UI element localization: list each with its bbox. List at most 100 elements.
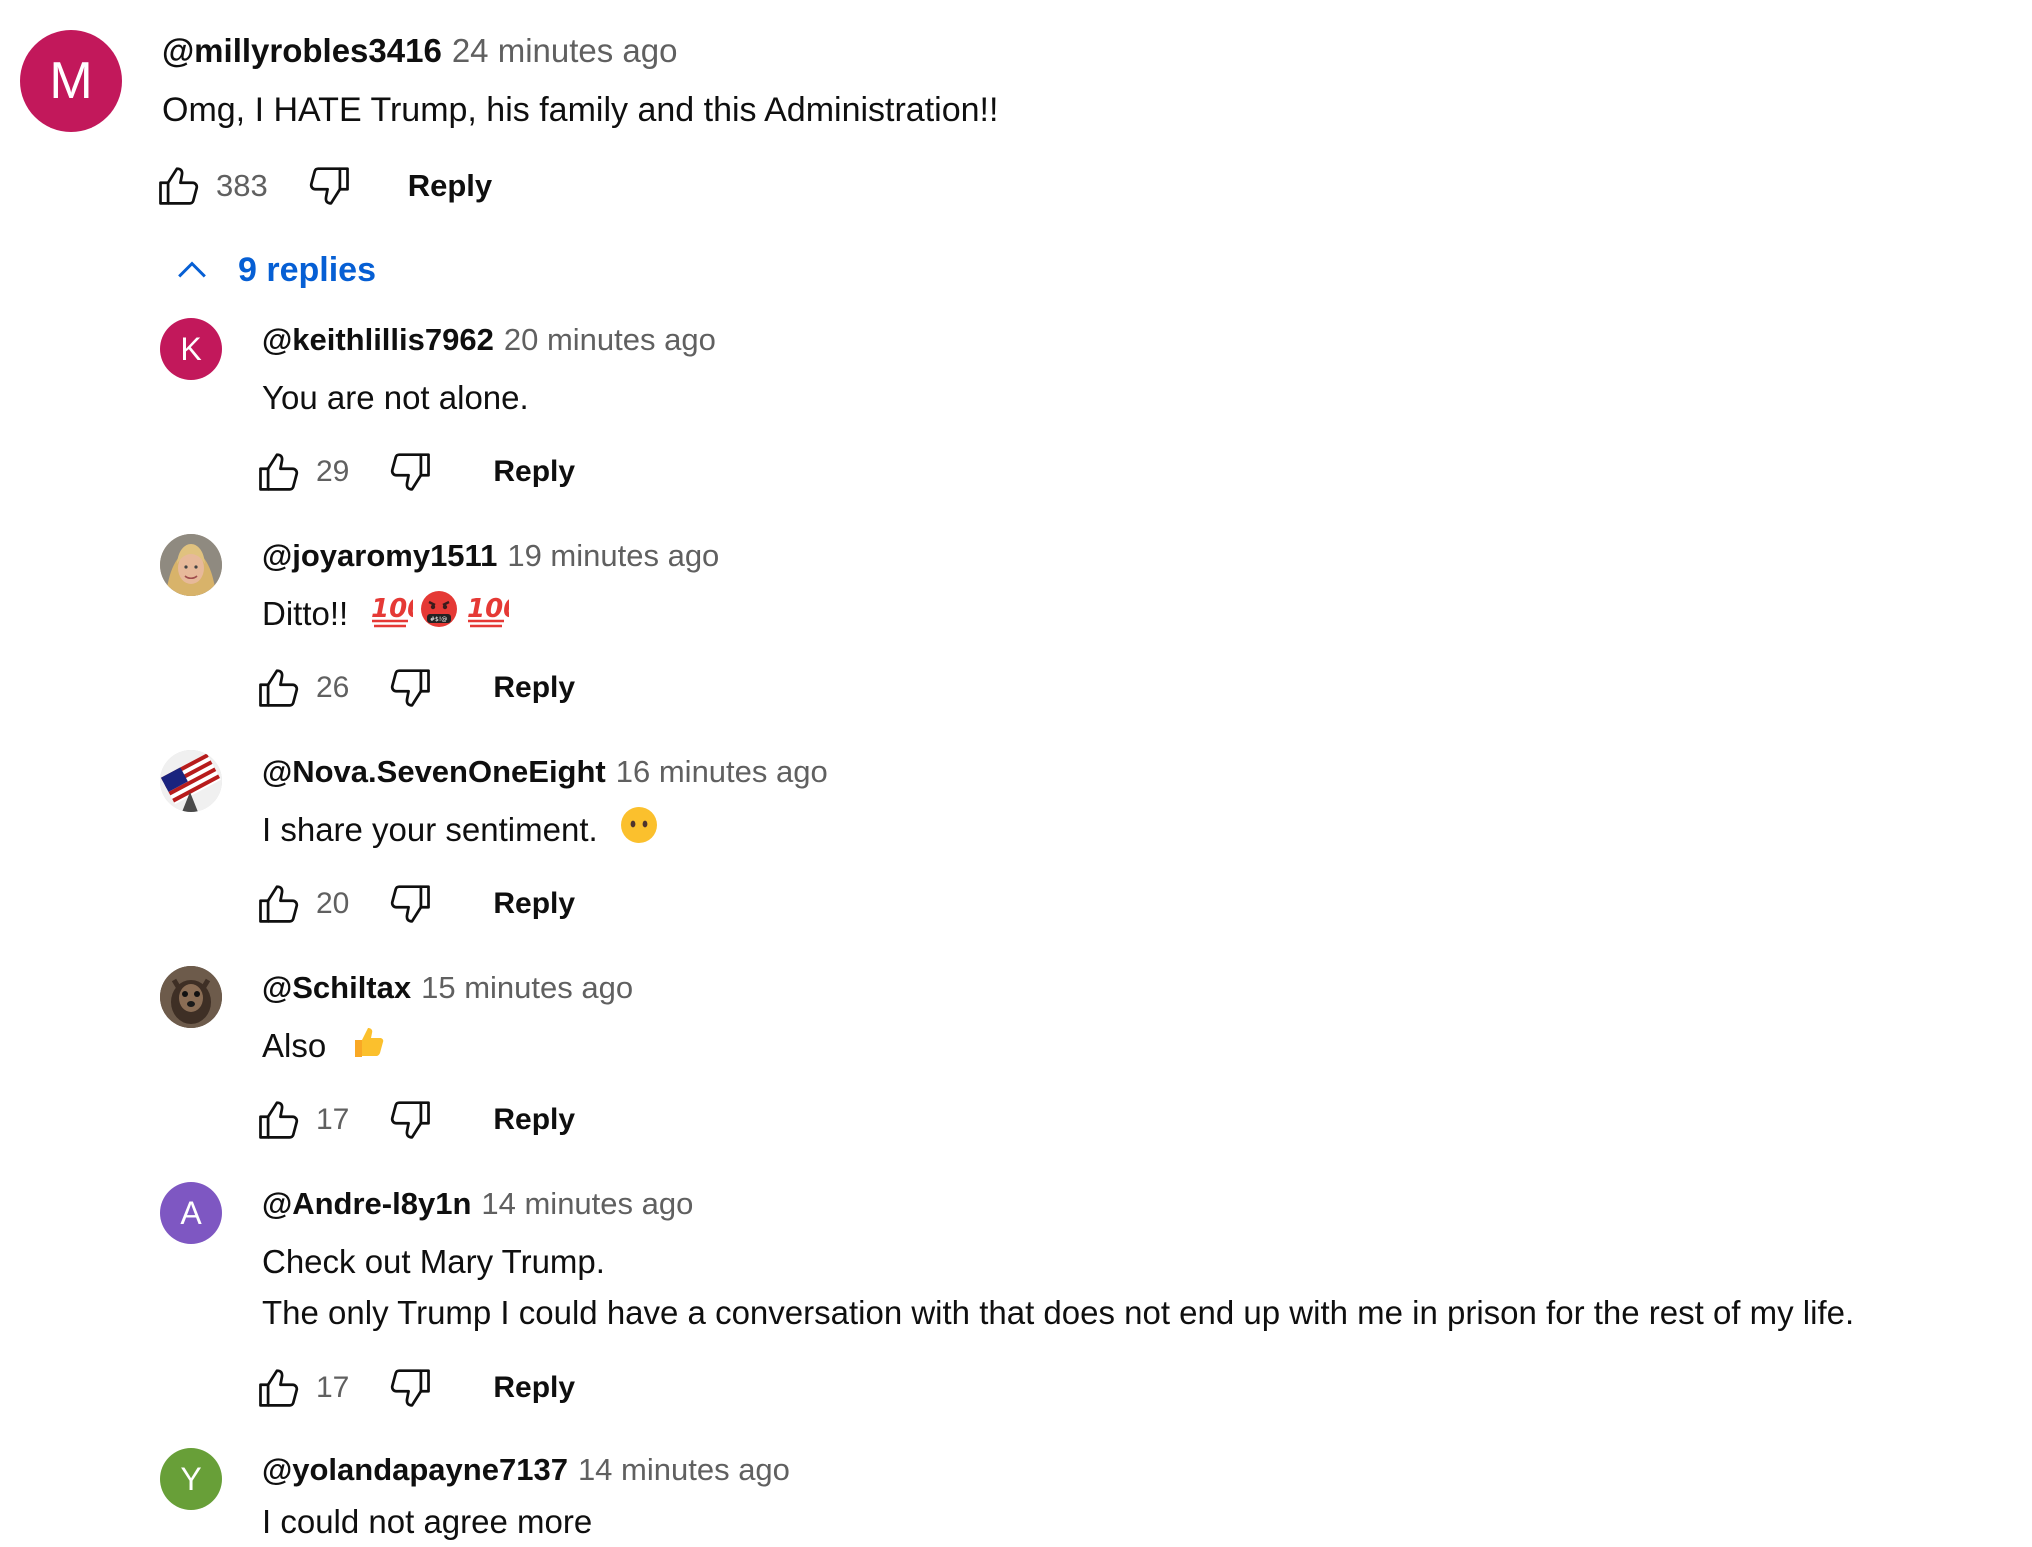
like-count: 26 (316, 671, 350, 704)
like-count: 20 (316, 887, 350, 920)
comment-header: @keithlillis7962 20 minutes ago (262, 322, 716, 358)
like-button[interactable] (154, 160, 206, 212)
comment-text: I share your sentiment. (262, 804, 659, 859)
dislike-button[interactable] (383, 1094, 435, 1146)
comment-thread: M @millyrobles3416 24 minutes ago Omg, I … (0, 0, 2032, 1540)
comment-text: I could not agree more (262, 1496, 592, 1547)
reply-button[interactable]: Reply (493, 671, 575, 705)
author-name[interactable]: @keithlillis7962 (262, 322, 494, 357)
avatar[interactable] (160, 966, 222, 1028)
reply-button[interactable]: Reply (493, 887, 575, 921)
comment-actions: 17 Reply (254, 1094, 575, 1146)
like-button[interactable] (254, 662, 306, 714)
cursing-face-icon: #$!@ (419, 589, 459, 643)
timestamp[interactable]: 16 minutes ago (616, 754, 828, 789)
like-button[interactable] (254, 878, 306, 930)
comment-header: @joyaromy1511 19 minutes ago (262, 538, 719, 574)
hundred-points-icon: 100 (369, 589, 426, 643)
thumbs-up-icon (159, 167, 199, 205)
reply-button[interactable]: Reply (493, 1371, 575, 1405)
comment-text-line: Check out Mary Trump. (262, 1243, 605, 1280)
like-count: 17 (316, 1103, 350, 1136)
comment-text: Check out Mary Trump. The only Trump I c… (262, 1236, 1854, 1338)
thumbs-up-icon (259, 885, 299, 923)
reply-button[interactable]: Reply (408, 168, 492, 204)
author-name[interactable]: @yolandapayne7137 (262, 1452, 568, 1487)
thumbs-up-icon (259, 669, 299, 707)
like-count: 17 (316, 1371, 350, 1404)
thumbs-up-icon (259, 1101, 299, 1139)
comment-text-line: Omg, I HATE Trump, his family and this A… (162, 91, 999, 129)
author-name[interactable]: @Nova.SevenOneEight (262, 754, 606, 789)
timestamp[interactable]: 14 minutes ago (578, 1452, 790, 1487)
comment-text: Ditto!! 100 #$!@ 100 (262, 588, 522, 643)
avatar[interactable]: M (20, 30, 122, 132)
thumbs-up-icon (259, 453, 299, 491)
timestamp[interactable]: 14 minutes ago (481, 1186, 693, 1221)
comment-text-line: Also (262, 1020, 387, 1075)
thumbs-up-icon (259, 1369, 299, 1407)
replies-toggle[interactable]: 9 replies (170, 248, 376, 292)
avatar-letter: M (49, 52, 93, 110)
svg-text:#$!@: #$!@ (430, 616, 447, 623)
avatar[interactable] (160, 534, 222, 596)
comment-header: @Andre-l8y1n 14 minutes ago (262, 1186, 693, 1222)
comment-actions: 20 Reply (254, 878, 575, 930)
svg-text:100: 100 (371, 594, 413, 624)
thumbs-down-icon (391, 1101, 431, 1139)
comment-header: @millyrobles3416 24 minutes ago (162, 32, 677, 70)
hundred-points-icon: 100 (465, 589, 522, 643)
comment-header: @Nova.SevenOneEight 16 minutes ago (262, 754, 828, 790)
dislike-button[interactable] (383, 878, 435, 930)
dislike-button[interactable] (383, 446, 435, 498)
svg-text:100: 100 (467, 594, 509, 624)
like-button[interactable] (254, 1362, 306, 1414)
comment-actions: 383 Reply (154, 160, 492, 212)
like-button[interactable] (254, 1094, 306, 1146)
author-name[interactable]: @Schiltax (262, 970, 411, 1005)
comment-text-line: Ditto!! 100 #$!@ 100 (262, 588, 522, 643)
face-without-mouth-icon (619, 805, 659, 859)
like-count: 383 (216, 168, 268, 203)
avatar[interactable]: K (160, 318, 222, 380)
reply-button[interactable]: Reply (493, 1103, 575, 1137)
thumbs-down-icon (391, 453, 431, 491)
timestamp[interactable]: 19 minutes ago (507, 538, 719, 573)
avatar[interactable]: Y (160, 1448, 222, 1510)
flag-photo-avatar-icon (160, 750, 222, 812)
avatar-letter: Y (180, 1460, 202, 1497)
comment-actions: 29 Reply (254, 446, 575, 498)
comment-text: You are not alone. (262, 372, 529, 423)
dislike-button[interactable] (383, 662, 435, 714)
dislike-button[interactable] (302, 160, 354, 212)
author-name[interactable]: @millyrobles3416 (162, 32, 442, 69)
avatar[interactable]: A (160, 1182, 222, 1244)
avatar-letter: K (180, 330, 202, 367)
avatar[interactable] (160, 750, 222, 812)
thumbs-down-icon (391, 1369, 431, 1407)
thumbs-down-icon (309, 167, 349, 205)
comment-text: Also (262, 1020, 387, 1075)
thumbs-up-emoji-icon (347, 1021, 387, 1075)
comment-text-line: I could not agree more (262, 1503, 593, 1540)
comment-text-line: The only Trump I could have a conversati… (262, 1294, 1855, 1332)
woman-photo-avatar-icon (160, 534, 222, 596)
thumbs-down-icon (391, 669, 431, 707)
comment-text-line: You are not alone. (262, 379, 529, 416)
dislike-button[interactable] (383, 1362, 435, 1414)
replies-count-label: 9 replies (238, 250, 376, 289)
author-name[interactable]: @Andre-l8y1n (262, 1186, 471, 1221)
author-name[interactable]: @joyaromy1511 (262, 538, 497, 573)
like-count: 29 (316, 455, 350, 488)
comment-actions: 26 Reply (254, 662, 575, 714)
chevron-up-icon (178, 261, 206, 278)
avatar-letter: A (180, 1194, 202, 1231)
reply-button[interactable]: Reply (493, 455, 575, 489)
timestamp[interactable]: 24 minutes ago (452, 32, 678, 69)
animal-photo-avatar-icon (160, 966, 222, 1028)
comment-text-line: I share your sentiment. (262, 804, 659, 859)
timestamp[interactable]: 20 minutes ago (504, 322, 716, 357)
comment-text: Omg, I HATE Trump, his family and this A… (162, 84, 998, 137)
timestamp[interactable]: 15 minutes ago (421, 970, 633, 1005)
like-button[interactable] (254, 446, 306, 498)
